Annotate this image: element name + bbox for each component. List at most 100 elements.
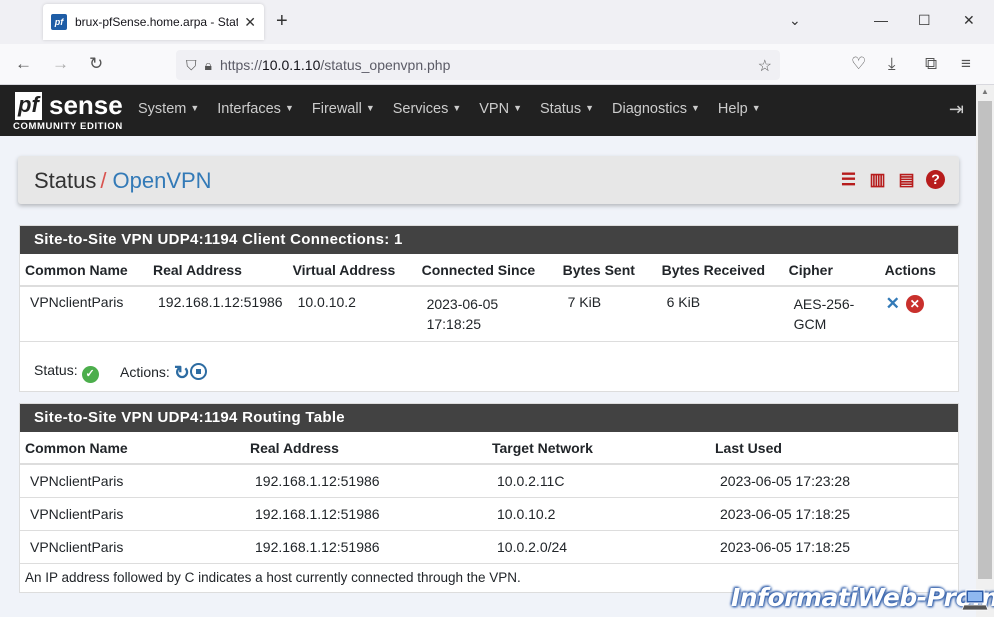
client-connections-heading: Site-to-Site VPN UDP4:1194 Client Connec… — [20, 226, 958, 254]
col-actions: Actions — [879, 254, 958, 287]
back-arrow-icon[interactable]: ← — [15, 54, 32, 74]
cell-target-network: 10.0.10.2 — [487, 497, 710, 531]
extensions-icon[interactable]: ⧉ — [925, 54, 937, 74]
bookmark-star-icon[interactable]: ☆ — [758, 56, 772, 76]
col-common-name: Common Name — [20, 254, 148, 287]
menu-status[interactable]: Status ▼ — [540, 101, 594, 117]
col-virtual-address: Virtual Address — [287, 254, 417, 287]
pocket-icon[interactable]: ♡ — [851, 54, 866, 74]
stop-service-icon[interactable] — [189, 363, 207, 380]
service-status: Status: ✓ — [34, 362, 99, 383]
url-text[interactable]: https://10.0.1.10/status_openvpn.php — [220, 57, 450, 73]
lock-icon[interactable]: 🔒︎ — [205, 57, 212, 74]
cell-common-name: VPNclientParis — [20, 530, 245, 563]
menu-interfaces[interactable]: Interfaces ▼ — [217, 101, 294, 117]
cell-last-used: 2023-06-05 17:18:25 — [710, 497, 958, 531]
cell-bytes-sent: 7 KiB — [557, 285, 657, 341]
settings-sliders-icon[interactable]: ☰ — [839, 170, 858, 189]
log-list-icon[interactable]: ▤ — [897, 170, 916, 189]
caret-down-icon: ▼ — [365, 103, 375, 113]
service-status-row: Status: ✓ Actions: ↻ — [20, 341, 958, 393]
col-last-used: Last Used — [710, 432, 958, 465]
minimize-icon[interactable]: — — [874, 12, 888, 28]
reload-icon[interactable]: ↻ — [89, 54, 103, 74]
tab-list-chevron-icon[interactable]: ⌄ — [789, 12, 801, 29]
cell-last-used: 2023-06-05 17:23:28 — [710, 463, 958, 498]
table-row: VPNclientParis 192.168.1.12:51986 10.0.1… — [20, 497, 958, 531]
col-bytes-sent: Bytes Sent — [557, 254, 657, 287]
breadcrumb-status: Status / OpenVPN — [34, 168, 212, 193]
caret-down-icon: ▼ — [691, 103, 700, 113]
menu-firewall[interactable]: Firewall ▼ — [312, 101, 375, 117]
maximize-icon[interactable]: ☐ — [918, 12, 931, 29]
bar-chart-icon[interactable]: ▥ — [868, 170, 887, 189]
menu-vpn[interactable]: VPN ▼ — [479, 101, 522, 117]
pfsense-favicon-icon: pf — [51, 14, 67, 30]
cell-bytes-received: 6 KiB — [656, 285, 784, 341]
routing-table: Common Name Real Address Target Network … — [20, 432, 958, 563]
caret-down-icon: ▼ — [284, 103, 294, 113]
hamburger-menu-icon[interactable]: ≡ — [961, 54, 971, 74]
scroll-up-arrow-icon[interactable]: ▲ — [981, 87, 989, 96]
cell-last-used: 2023-06-05 17:18:25 — [710, 530, 958, 563]
window-close-icon[interactable]: ✕ — [963, 12, 975, 29]
cell-real-address: 192.168.1.12:51986 — [245, 530, 487, 563]
caret-down-icon: ▼ — [513, 103, 523, 113]
client-connections-panel: Site-to-Site VPN UDP4:1194 Client Connec… — [19, 225, 959, 392]
cell-common-name: VPNclientParis — [20, 497, 245, 531]
menu-help[interactable]: Help ▼ — [718, 101, 761, 117]
tab-title: brux-pfSense.home.arpa - Status — [75, 15, 239, 29]
disconnect-circle-x-icon[interactable]: ✕ — [905, 295, 924, 313]
col-connected-since: Connected Since — [416, 254, 558, 287]
col-target-network: Target Network — [487, 432, 710, 465]
service-actions: Actions: ↻ — [120, 362, 207, 385]
table-row: VPNclientParis 192.168.1.12:51986 10.0.1… — [20, 285, 958, 341]
forward-arrow-icon[interactable]: → — [52, 54, 69, 74]
cell-real-address: 192.168.1.12:51986 — [148, 285, 288, 341]
main-content: Status / OpenVPN ☰ ▥ ▤ ? Site-to-Site VPN … — [0, 136, 976, 617]
download-icon[interactable]: ⤓ — [888, 54, 896, 74]
table-row: VPNclientParis 192.168.1.12:51986 10.0.2… — [20, 530, 958, 563]
main-menu: System ▼ Interfaces ▼ Firewall ▼ Services ▼ … — [138, 101, 779, 117]
restart-service-icon[interactable]: ↻ — [174, 362, 190, 385]
breadcrumb: Status / OpenVPN ☰ ▥ ▤ ? — [18, 156, 959, 204]
col-real-address: Real Address — [148, 254, 288, 287]
cell-target-network: 10.0.2.11C — [487, 463, 710, 498]
pfsense-navbar: pf sense COMMUNITY EDITION System ▼ Inter… — [0, 85, 976, 136]
col-cipher: Cipher — [783, 254, 880, 287]
browser-tab-bar: pf brux-pfSense.home.arpa - Status ✕ + ⌄… — [0, 0, 994, 44]
cell-real-address: 192.168.1.12:51986 — [245, 497, 487, 531]
breadcrumb-openvpn-link[interactable]: OpenVPN — [113, 168, 212, 193]
breadcrumb-icons: ☰ ▥ ▤ ? — [839, 170, 945, 189]
pfsense-logo[interactable]: pf sense COMMUNITY EDITION — [13, 90, 123, 132]
help-question-icon[interactable]: ? — [926, 170, 945, 189]
menu-diagnostics[interactable]: Diagnostics ▼ — [612, 101, 700, 117]
table-row: VPNclientParis 192.168.1.12:51986 10.0.2… — [20, 463, 958, 498]
cell-real-address: 192.168.1.12:51986 — [245, 463, 487, 498]
caret-down-icon: ▼ — [585, 103, 595, 113]
computer-logo-icon — [962, 589, 988, 611]
page-scrollbar[interactable]: ▲ — [976, 85, 994, 617]
cell-connected-since: 2023-06-05 17:18:25 — [416, 285, 558, 341]
caret-down-icon: ▼ — [190, 103, 200, 113]
routing-table-heading: Site-to-Site VPN UDP4:1194 Routing Table — [20, 404, 958, 432]
cell-target-network: 10.0.2.0/24 — [487, 530, 710, 563]
scroll-thumb[interactable] — [978, 101, 992, 579]
caret-down-icon: ▼ — [452, 103, 462, 113]
col-real-address: Real Address — [245, 432, 487, 465]
menu-system[interactable]: System ▼ — [138, 101, 199, 117]
browser-navigation-bar: ← → ↻ ⛉ 🔒︎ https://10.0.1.10/status_open… — [0, 44, 994, 85]
logout-icon[interactable]: ⇥ — [949, 99, 964, 120]
browser-tab[interactable]: pf brux-pfSense.home.arpa - Status ✕ — [43, 4, 264, 40]
routing-table-panel: Site-to-Site VPN UDP4:1194 Routing Table… — [19, 403, 959, 593]
tab-close-icon[interactable]: ✕ — [244, 14, 256, 31]
kill-connection-x-icon[interactable]: ✕ — [886, 294, 900, 313]
col-common-name: Common Name — [20, 432, 245, 465]
menu-services[interactable]: Services ▼ — [393, 101, 462, 117]
address-bar[interactable]: ⛉ 🔒︎ https://10.0.1.10/status_openvpn.ph… — [176, 50, 780, 80]
status-ok-check-icon: ✓ — [81, 366, 99, 383]
shield-icon[interactable]: ⛉ — [186, 57, 197, 74]
watermark-text: InformatiWeb-Pro.net — [731, 583, 994, 612]
cell-common-name: VPNclientParis — [20, 285, 148, 341]
new-tab-icon[interactable]: + — [276, 10, 288, 32]
